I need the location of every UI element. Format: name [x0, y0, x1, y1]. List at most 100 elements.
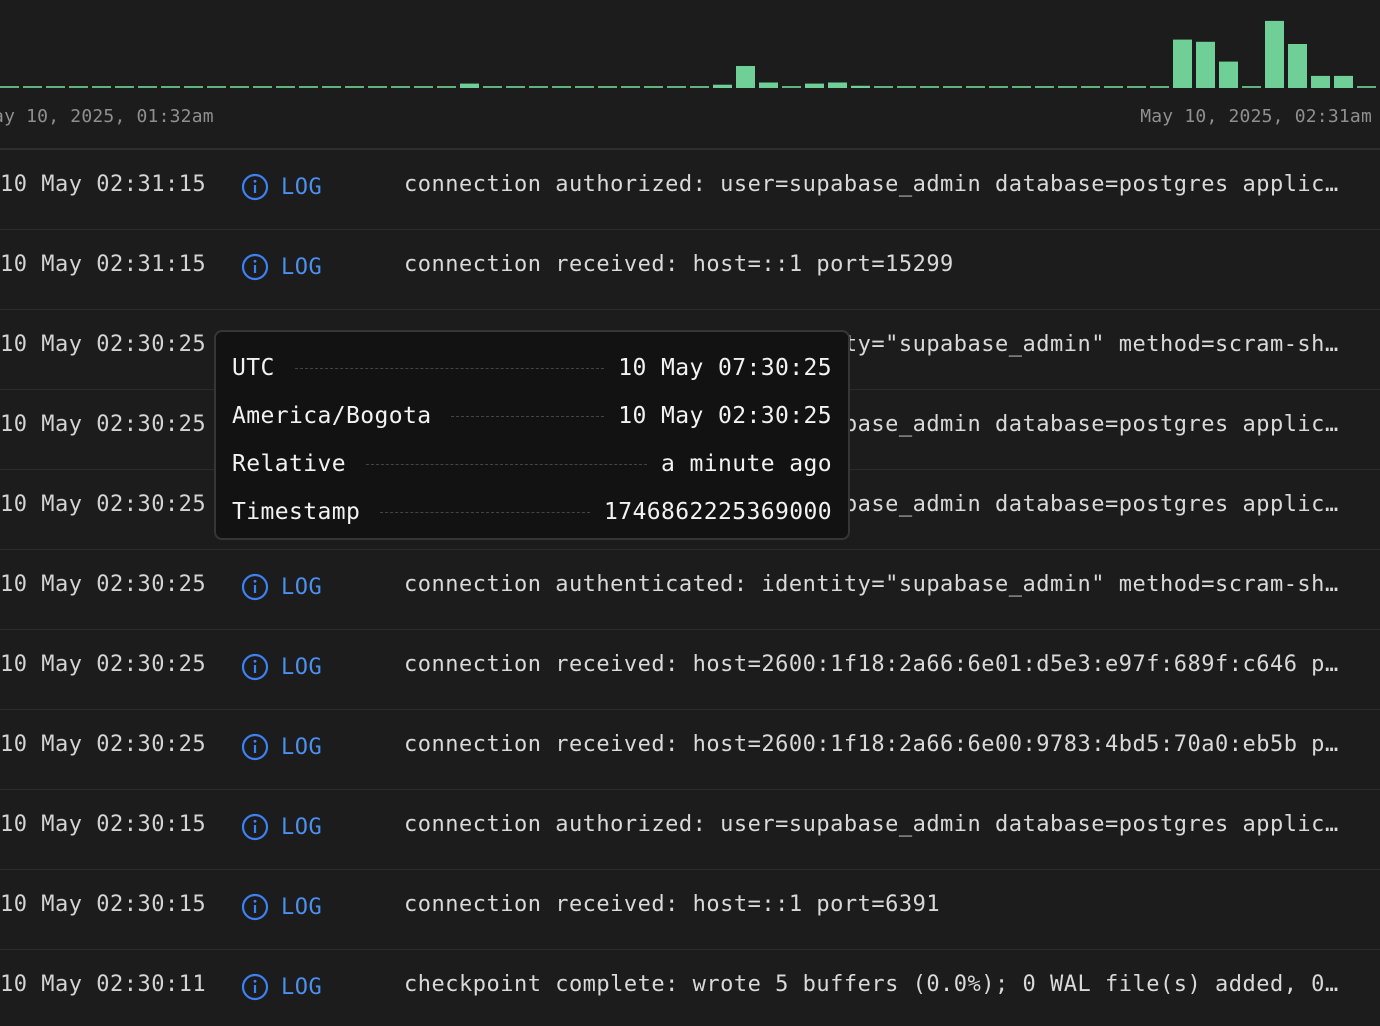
histogram-bar[interactable]: [230, 86, 249, 88]
log-timestamp[interactable]: 10 May 02:31:15: [0, 252, 206, 277]
log-message: checkpoint complete: wrote 5 buffers (0.…: [404, 972, 1350, 997]
histogram-bar[interactable]: [920, 86, 939, 88]
histogram-bar[interactable]: [552, 86, 571, 88]
histogram-bar[interactable]: [92, 86, 111, 88]
histogram-bar[interactable]: [69, 86, 88, 88]
histogram-bar[interactable]: [437, 86, 456, 88]
histogram-bar[interactable]: [0, 86, 19, 88]
histogram-bar[interactable]: [483, 86, 502, 88]
log-row[interactable]: 10 May 02:30:25 LOG connection received: h…: [0, 710, 1380, 790]
log-level: LOG: [241, 653, 322, 681]
log-timestamp[interactable]: 10 May 02:30:11: [0, 972, 206, 997]
log-timestamp[interactable]: 10 May 02:30:25: [0, 732, 206, 757]
log-timestamp[interactable]: 10 May 02:30:15: [0, 892, 206, 917]
histogram-bar[interactable]: [184, 86, 203, 88]
histogram-bar[interactable]: [828, 82, 847, 89]
histogram-start-label: May 10, 2025, 01:32am: [0, 106, 214, 127]
histogram-bar[interactable]: [1150, 86, 1169, 88]
histogram-bar[interactable]: [1081, 86, 1100, 88]
histogram-bar[interactable]: [276, 86, 295, 88]
histogram-bar[interactable]: [874, 86, 893, 88]
log-level: LOG: [241, 253, 322, 281]
log-timestamp[interactable]: 10 May 02:30:25: [0, 492, 206, 517]
histogram-bar[interactable]: [690, 86, 709, 88]
histogram-bar[interactable]: [575, 86, 594, 88]
histogram-bar[interactable]: [506, 86, 525, 88]
histogram-bar[interactable]: [989, 86, 1008, 88]
histogram-bar[interactable]: [644, 86, 663, 88]
histogram-bar[interactable]: [1288, 44, 1307, 88]
tooltip-key: UTC: [232, 355, 275, 381]
histogram-bar[interactable]: [391, 86, 410, 88]
log-message: connection received: host=::1 port=15299: [404, 252, 954, 277]
histogram-bar[interactable]: [1035, 86, 1054, 88]
histogram-bar[interactable]: [1219, 61, 1238, 88]
histogram-bar[interactable]: [322, 86, 341, 88]
histogram-bar[interactable]: [161, 86, 180, 88]
histogram-bar[interactable]: [115, 86, 134, 88]
histogram-bar[interactable]: [46, 86, 65, 88]
histogram-bar[interactable]: [253, 86, 272, 88]
log-timestamp[interactable]: 10 May 02:31:15: [0, 172, 206, 197]
histogram-bar[interactable]: [713, 84, 732, 88]
log-level-label: LOG: [281, 574, 323, 600]
log-timestamp[interactable]: 10 May 02:30:25: [0, 572, 206, 597]
log-row[interactable]: 10 May 02:31:15 LOG connection authorized:…: [0, 150, 1380, 230]
tooltip-key: Timestamp: [232, 499, 361, 525]
log-timestamp[interactable]: 10 May 02:30:25: [0, 652, 206, 677]
histogram-bar[interactable]: [1058, 86, 1077, 88]
log-message: connection received: host=::1 port=6391: [404, 892, 941, 917]
histogram-bar[interactable]: [368, 86, 387, 88]
histogram-bar[interactable]: [943, 86, 962, 88]
histogram-bar[interactable]: [345, 86, 364, 88]
histogram-bar[interactable]: [1104, 86, 1123, 88]
histogram-bar[interactable]: [598, 86, 617, 88]
histogram-bar[interactable]: [1357, 86, 1376, 88]
histogram-bar[interactable]: [966, 86, 985, 88]
histogram-bar[interactable]: [782, 86, 801, 88]
tooltip-leader: [365, 463, 648, 465]
histogram-bar[interactable]: [529, 86, 548, 88]
log-row[interactable]: 10 May 02:30:25 LOG connection authenticat…: [0, 550, 1380, 630]
log-message: connection received: host=2600:1f18:2a66…: [404, 652, 1350, 677]
log-level-label: LOG: [281, 654, 323, 680]
log-level-label: LOG: [281, 254, 323, 280]
histogram-bar[interactable]: [667, 86, 686, 88]
histogram-bar[interactable]: [207, 86, 226, 88]
log-timestamp[interactable]: 10 May 02:30:25: [0, 412, 206, 437]
tooltip-row-local: America/Bogota 10 May 02:30:25: [232, 392, 832, 440]
histogram-bar[interactable]: [1127, 86, 1146, 88]
log-list: 10 May 02:31:15 LOG connection authorized:…: [0, 150, 1380, 1026]
histogram-bar[interactable]: [414, 86, 433, 88]
histogram-bar[interactable]: [1012, 86, 1031, 88]
log-row[interactable]: 10 May 02:30:15 LOG connection received: h…: [0, 870, 1380, 950]
log-timestamp[interactable]: 10 May 02:30:25: [0, 332, 206, 357]
histogram-bar[interactable]: [805, 83, 824, 88]
histogram-bar[interactable]: [1196, 41, 1215, 88]
histogram-bar[interactable]: [1242, 86, 1261, 88]
log-level-label: LOG: [281, 894, 323, 920]
histogram-bar[interactable]: [1265, 20, 1284, 88]
histogram-bar[interactable]: [23, 86, 42, 88]
histogram-bar[interactable]: [851, 85, 870, 88]
histogram-bar[interactable]: [759, 82, 778, 89]
histogram-bar[interactable]: [299, 86, 318, 88]
histogram-bar[interactable]: [1311, 75, 1330, 88]
log-message: connection received: host=2600:1f18:2a66…: [404, 732, 1350, 757]
tooltip-row-relative: Relative a minute ago: [232, 440, 832, 488]
log-timestamp[interactable]: 10 May 02:30:15: [0, 812, 206, 837]
histogram-bar[interactable]: [1173, 39, 1192, 88]
log-level-label: LOG: [281, 174, 323, 200]
log-row[interactable]: 10 May 02:31:15 LOG connection received: h…: [0, 230, 1380, 310]
log-histogram[interactable]: May 10, 2025, 01:32am May 10, 2025, 02:3…: [0, 0, 1380, 148]
histogram-bar[interactable]: [736, 66, 755, 88]
log-row[interactable]: 10 May 02:30:11 LOG checkpoint complete: w…: [0, 950, 1380, 1026]
log-row[interactable]: 10 May 02:30:25 LOG connection received: h…: [0, 630, 1380, 710]
histogram-bar[interactable]: [1334, 75, 1353, 88]
histogram-bar[interactable]: [460, 83, 479, 88]
histogram-bar[interactable]: [897, 86, 916, 88]
log-row[interactable]: 10 May 02:30:15 LOG connection authorized:…: [0, 790, 1380, 870]
histogram-bar[interactable]: [138, 86, 157, 88]
histogram-bars[interactable]: [0, 0, 1380, 100]
histogram-bar[interactable]: [621, 86, 640, 88]
